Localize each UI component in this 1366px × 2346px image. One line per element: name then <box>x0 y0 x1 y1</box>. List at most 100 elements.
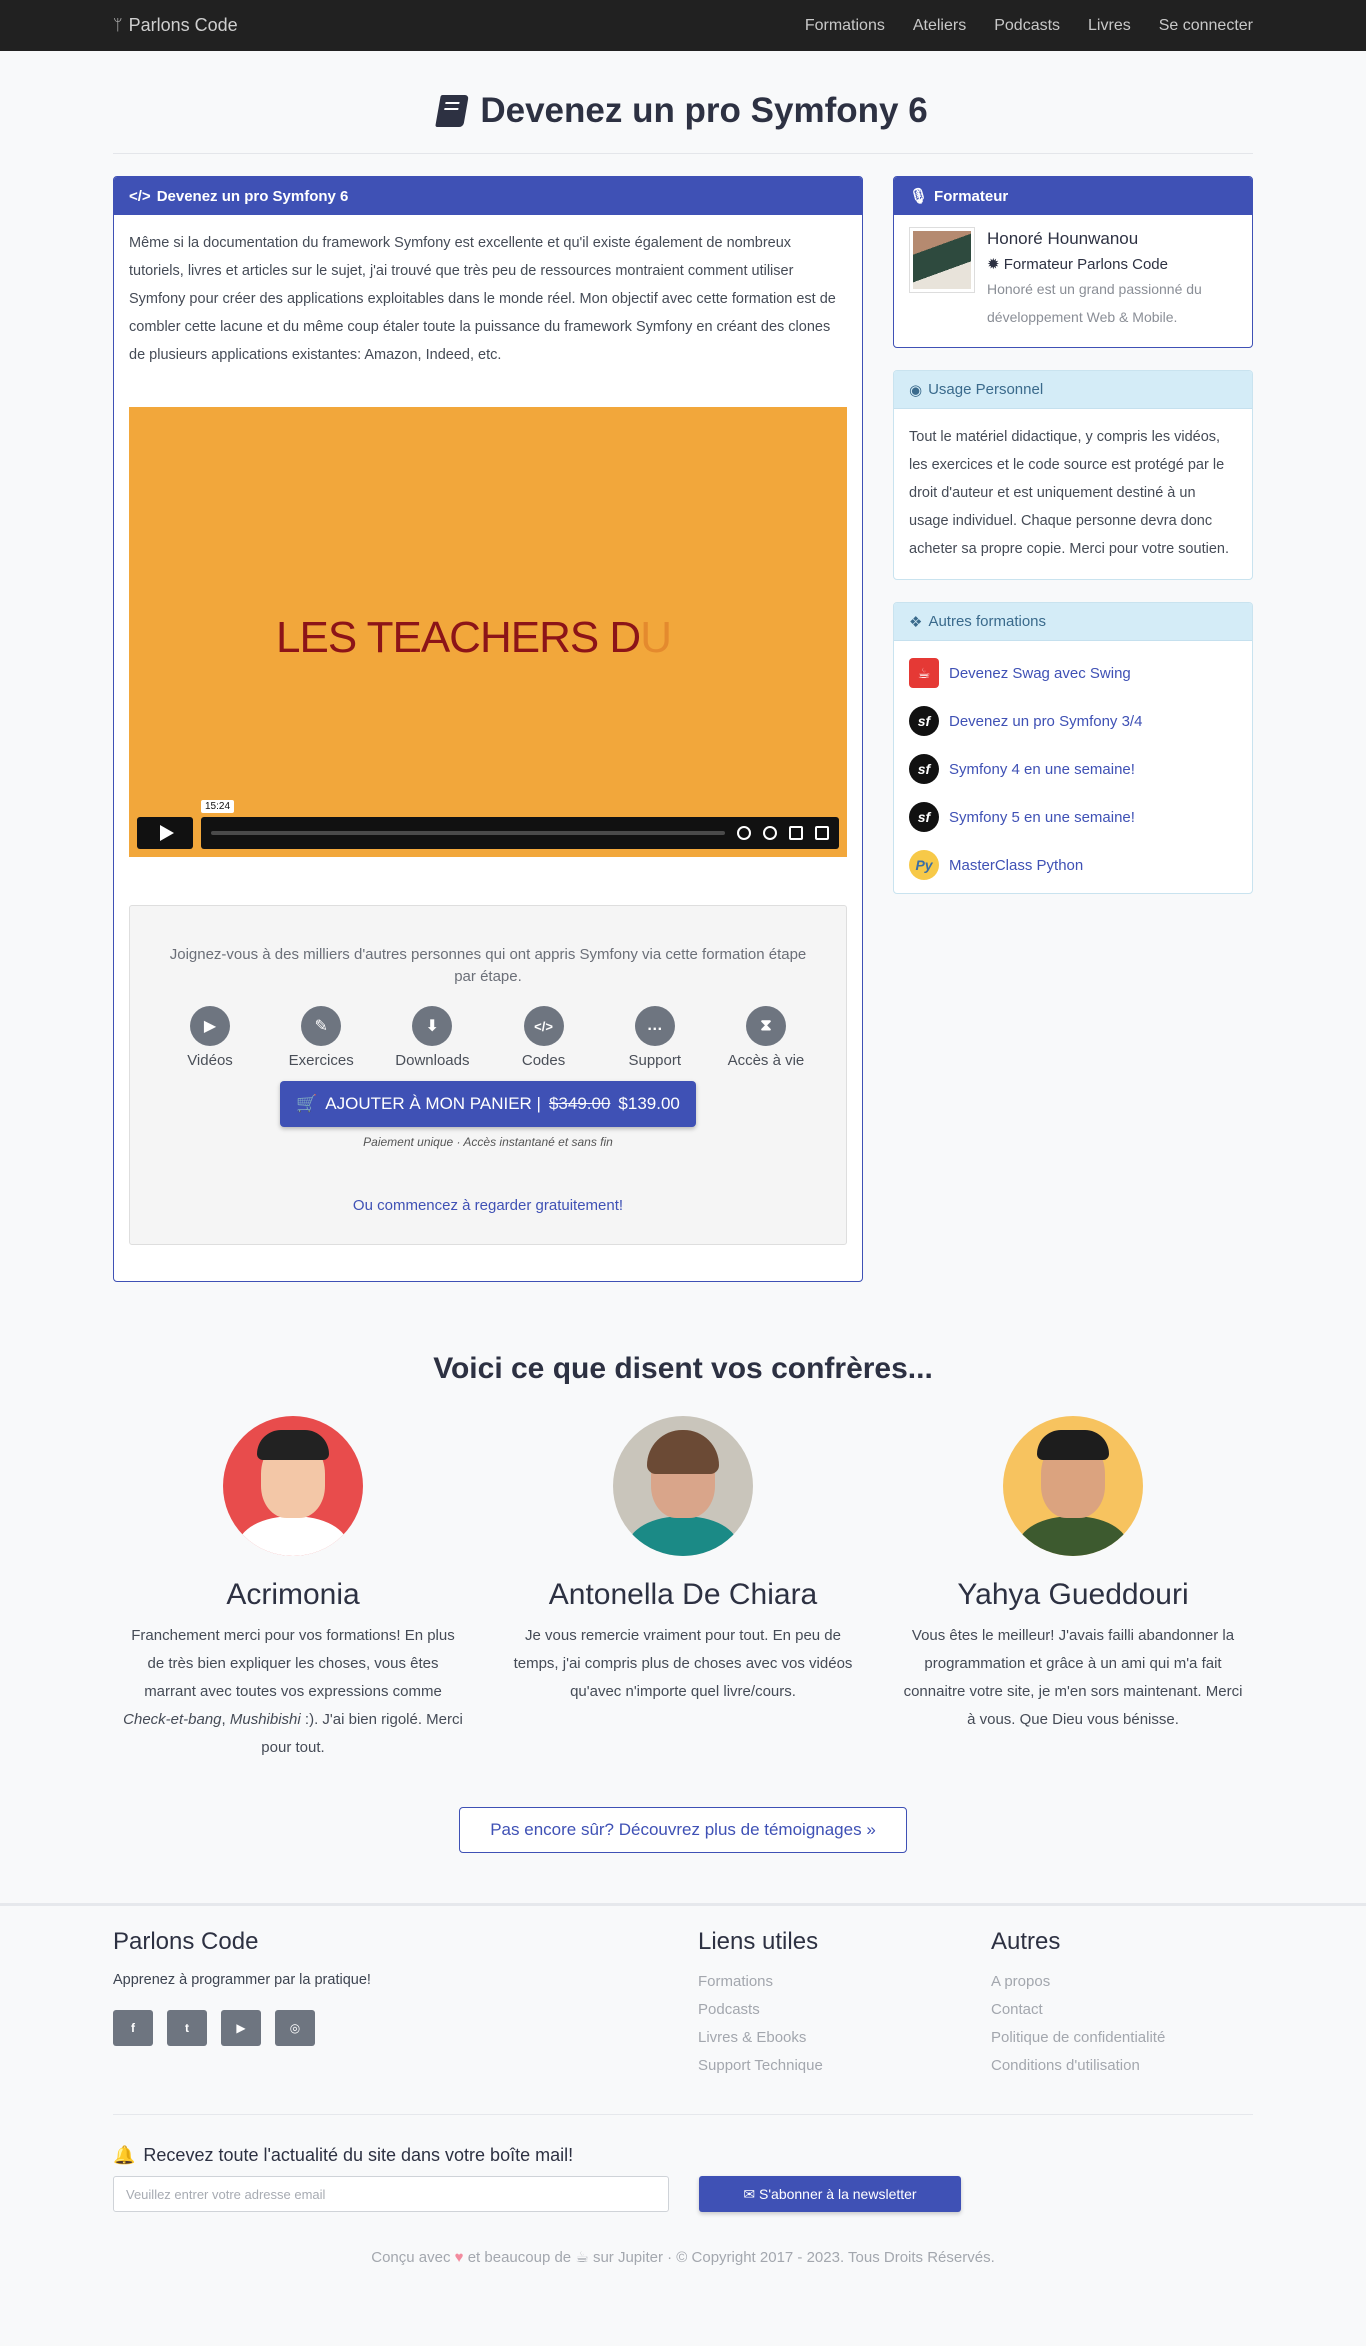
nav-podcasts[interactable]: Podcasts <box>994 17 1060 35</box>
video-title-fade: U <box>640 613 672 662</box>
testimonial-name: Yahya Gueddouri <box>957 1578 1189 1611</box>
footer-link[interactable]: Formations <box>698 1973 773 1990</box>
main-content: </> Devenez un pro Symfony 6 Même si la … <box>113 176 1253 1282</box>
badge-icon: ✹ <box>987 256 1000 273</box>
testimonial-name: Acrimonia <box>226 1578 360 1611</box>
twitter-icon[interactable]: t <box>167 2010 207 2046</box>
payment-note: Paiement unique · Accès instantané et sa… <box>363 1135 613 1149</box>
right-column: 🎙 Formateur Honoré Hounwanou ✹ Formateur… <box>893 176 1253 1282</box>
navbar: ᛘ Parlons Code Formations Ateliers Podca… <box>0 0 1366 51</box>
newsletter-email-input[interactable] <box>113 2176 669 2212</box>
pencil-icon: ✎ <box>301 1006 342 1046</box>
free-start-link[interactable]: commencez à regarder gratuitement! <box>377 1197 623 1214</box>
page-title: Devenez un pro Symfony 6 <box>113 91 1253 154</box>
footer-useful-column: Liens utiles Formations Podcasts Livres … <box>698 1928 991 2080</box>
purchase-pitch: Joignez-vous à des milliers d'autres per… <box>169 946 807 985</box>
add-to-cart-label: AJOUTER À MON PANIER | <box>325 1094 541 1113</box>
testimonial-name: Antonella De Chiara <box>548 1578 818 1611</box>
testimonial-text: Vous êtes le meilleur! J'avais failli ab… <box>903 1627 1243 1728</box>
course-intro: Même si la documentation du framework Sy… <box>129 235 836 363</box>
feature-codes: </> Codes <box>494 1006 594 1069</box>
add-to-cart-button[interactable]: 🛒 AJOUTER À MON PANIER | $349.00 $139.00 <box>280 1081 696 1127</box>
other-course-item[interactable]: sf Symfony 4 en une semaine! <box>909 745 1237 793</box>
footer-link[interactable]: Support Technique <box>698 2057 823 2074</box>
other-course-item[interactable]: sf Devenez un pro Symfony 3/4 <box>909 697 1237 745</box>
page-title-text: Devenez un pro Symfony 6 <box>480 91 928 130</box>
feature-videos: ▶ Vidéos <box>160 1006 260 1069</box>
usage-text: Tout le matériel didactique, y compris l… <box>909 429 1229 557</box>
footer-tagline: Apprenez à programmer par la pratique! <box>113 1972 371 1988</box>
video-title-overlay: LES TEACHERS DU <box>276 613 672 663</box>
code-icon: </> <box>129 187 151 205</box>
facebook-icon[interactable]: f <box>113 2010 153 2046</box>
other-course-item[interactable]: sf Symfony 5 en une semaine! <box>909 793 1237 841</box>
footer-link[interactable]: Conditions d'utilisation <box>991 2057 1140 2074</box>
symfony-icon: sf <box>909 754 939 784</box>
left-column: </> Devenez un pro Symfony 6 Même si la … <box>113 176 863 1282</box>
feature-label: Downloads <box>395 1052 470 1069</box>
video-player[interactable]: LES TEACHERS DU 15:24 <box>129 407 847 857</box>
feature-list: ▶ Vidéos ✎ Exercices ⬇ Downloads </> Cod… <box>160 1006 816 1069</box>
volume-icon[interactable] <box>737 826 751 840</box>
footer-brand: Parlons Code <box>113 1928 259 1955</box>
more-testimonials-button[interactable]: Pas encore sûr? Découvrez plus de témoig… <box>459 1807 907 1853</box>
eye-slash-icon: ◉ <box>909 381 923 399</box>
brand-link[interactable]: ᛘ Parlons Code <box>113 15 238 36</box>
testimonial: Antonella De Chiara Je vous remercie vra… <box>503 1416 863 1762</box>
usage-card-title: Usage Personnel <box>928 381 1044 398</box>
footer-other-links: A propos Contact Politique de confidenti… <box>991 1968 1165 2080</box>
feature-label: Vidéos <box>187 1052 233 1069</box>
footer-link[interactable]: Podcasts <box>698 2001 760 2018</box>
newsletter-subscribe-button[interactable]: ✉ S'abonner à la newsletter <box>699 2176 961 2212</box>
feature-label: Accès à vie <box>727 1052 805 1069</box>
code-icon: </> <box>523 1006 564 1046</box>
nav-formations[interactable]: Formations <box>805 17 885 35</box>
newsletter-section: 🔔 Recevez toute l'actualité du site dans… <box>113 2114 1253 2212</box>
nav-livres[interactable]: Livres <box>1088 17 1131 35</box>
other-course-item[interactable]: Py MasterClass Python <box>909 841 1237 889</box>
purchase-panel: Joignez-vous à des milliers d'autres per… <box>129 905 847 1245</box>
heart-icon: ♥ <box>454 2249 464 2266</box>
page-container: Devenez un pro Symfony 6 </> Devenez un … <box>113 91 1253 1853</box>
play-button[interactable] <box>137 817 193 849</box>
fullscreen-icon[interactable] <box>815 826 829 840</box>
other-course-label: Devenez Swag avec Swing <box>949 664 1131 682</box>
footer-useful-title: Liens utiles <box>698 1928 819 1955</box>
nav-login[interactable]: Se connecter <box>1159 17 1253 35</box>
footer-link[interactable]: Livres & Ebooks <box>698 2029 806 2046</box>
footer-link[interactable]: A propos <box>991 1973 1050 1990</box>
usage-card-header: ◉ Usage Personnel <box>894 371 1252 409</box>
usage-card: ◉ Usage Personnel Tout le matériel didac… <box>893 370 1253 580</box>
chat-icon: … <box>634 1006 675 1046</box>
video-control-bar: 15:24 <box>201 800 839 849</box>
trainer-avatar <box>909 227 975 293</box>
trainer-card-title: Formateur <box>934 187 1009 205</box>
code-fork-icon: ᛘ <box>113 16 123 34</box>
newsletter-title: Recevez toute l'actualité du site dans v… <box>143 2145 574 2165</box>
course-card-header: </> Devenez un pro Symfony 6 <box>114 177 862 215</box>
testimonial-text: Je vous remercie vraiment pour tout. En … <box>513 1627 853 1700</box>
video-title-main: LES TEACHERS D <box>276 613 641 662</box>
settings-gear-icon[interactable] <box>763 826 777 840</box>
github-icon[interactable]: ◎ <box>275 2010 315 2046</box>
feature-downloads: ⬇ Downloads <box>382 1006 482 1069</box>
footer-brand-column: Parlons Code Apprenez à programmer par l… <box>113 1928 698 2080</box>
youtube-icon[interactable]: ▶ <box>221 2010 261 2046</box>
video-progress-track[interactable] <box>211 831 725 835</box>
python-icon: Py <box>909 850 939 880</box>
footer-link[interactable]: Contact <box>991 2001 1043 2018</box>
feature-label: Codes <box>521 1052 566 1069</box>
pip-icon[interactable] <box>789 826 803 840</box>
footer-useful-links: Formations Podcasts Livres & Ebooks Supp… <box>698 1968 991 2080</box>
testimonials-title: Voici ce que disent vos confrères... <box>433 1352 933 1385</box>
nav-ateliers[interactable]: Ateliers <box>913 17 966 35</box>
other-courses-list: ☕ Devenez Swag avec Swing sf Devenez un … <box>894 641 1252 893</box>
other-course-item[interactable]: ☕ Devenez Swag avec Swing <box>909 649 1237 697</box>
newsletter-form: ✉ S'abonner à la newsletter <box>113 2176 1253 2212</box>
footer-link[interactable]: Politique de confidentialité <box>991 2029 1165 2046</box>
other-courses-title: Autres formations <box>928 613 1046 630</box>
feature-label: Support <box>628 1052 682 1069</box>
footer: Parlons Code Apprenez à programmer par l… <box>0 1903 1366 2266</box>
cubes-icon: ❖ <box>909 613 923 631</box>
hourglass-icon: ⧗ <box>745 1006 786 1046</box>
